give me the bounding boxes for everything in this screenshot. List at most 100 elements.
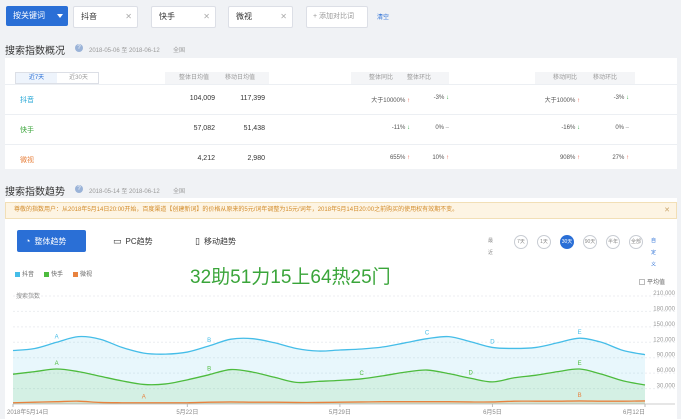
legend-label: 抖音 <box>22 272 35 278</box>
overview-date-range: 2018-05-06 至 2018-06-12 <box>89 48 160 54</box>
event-marker: D <box>490 339 495 345</box>
x-tick-label: 2018年5月14日 <box>7 408 48 416</box>
table-row: 微视 4,212 2,980 655% ↑ 10% ↑ 908% ↑ 27% ↑ <box>5 144 677 174</box>
add-compare-keyword-button[interactable]: + 添加对比词 <box>306 6 368 28</box>
y-tick-label: 60,000 <box>657 368 676 374</box>
arrow-up-icon: ↑ <box>626 155 629 161</box>
event-marker: B <box>578 393 582 399</box>
mobile-yoy: 908% <box>559 155 576 161</box>
tab-30-days[interactable]: 近30天 <box>58 73 99 83</box>
mobile-avg: 51,438 <box>243 125 265 132</box>
tab-label: 整体趋势 <box>34 237 67 246</box>
tab-label: 移动趋势 <box>203 237 236 246</box>
arrow-down-icon: ↓ <box>446 95 449 101</box>
trend-chart: 30,000 60,000 90,000 120,000 150,000 180,000 2… <box>7 291 676 416</box>
event-marker: E <box>578 330 582 336</box>
dash-icon: – <box>445 125 449 131</box>
mobile-yoy: -16% <box>561 125 576 131</box>
tab-overall-trend[interactable]: ◔ 整体趋势 <box>17 230 86 252</box>
remove-keyword-icon[interactable]: ✕ <box>280 7 287 27</box>
keyword-bar: 按关键词 抖音 ✕ 快手 ✕ 微视 ✕ + 添加对比词 清空 <box>0 0 681 36</box>
tab-7-days[interactable]: 近7天 <box>16 73 57 83</box>
tab-pc-trend[interactable]: ▭ PC趋势 <box>113 230 173 252</box>
x-tick-label: 6月5日 <box>483 409 502 416</box>
remove-keyword-icon[interactable]: ✕ <box>125 7 132 27</box>
tab-mobile-trend[interactable]: ▯ 移动趋势 <box>195 230 255 252</box>
keyword-input-1[interactable]: 抖音 ✕ <box>73 6 138 28</box>
y-tick-label: 210,000 <box>653 291 675 297</box>
arrow-down-icon: ↓ <box>407 125 410 131</box>
period-all[interactable]: 全部 <box>629 235 643 249</box>
overall-yoy: 655% <box>389 155 406 161</box>
event-marker: E <box>578 361 582 367</box>
trend-scope: 全国 <box>173 189 186 195</box>
event-marker: C <box>425 331 430 337</box>
keyword-name: 微视 <box>20 157 34 164</box>
y-tick-label: 30,000 <box>657 384 676 390</box>
keyword-name: 抖音 <box>20 97 34 104</box>
close-icon[interactable]: ✕ <box>664 203 670 218</box>
event-marker: C <box>360 371 365 377</box>
period-1-day[interactable]: 1天 <box>537 235 551 249</box>
table-row: 抖音 104,009 117,399 大于10000% ↑ -3% ↓ 大于10… <box>5 84 677 114</box>
dash-icon: – <box>625 125 629 131</box>
legend-swatch <box>15 271 20 277</box>
mobile-mom: 27% <box>612 155 625 161</box>
legend-item[interactable]: 抖音 <box>15 269 34 278</box>
legend-item[interactable]: 微视 <box>73 269 92 278</box>
overview-header-group-2: 整体同比 整体环比 <box>351 72 449 84</box>
period-90-days[interactable]: 90天 <box>583 235 597 249</box>
y-tick-label: 90,000 <box>657 353 676 359</box>
table-row: 快手 57,082 51,438 -11% ↓ 0% – -16% ↓ 0% – <box>5 114 677 144</box>
period-custom[interactable]: 自定义 <box>651 235 657 268</box>
notice-banner: 尊敬的指数用户：从2018年5月14日20:00开始，百度渠道【创建新词】的价格… <box>5 202 677 219</box>
overall-avg: 4,212 <box>197 155 215 162</box>
arrow-down-icon: ↓ <box>577 125 580 131</box>
keyword-input-3[interactable]: 微视 ✕ <box>228 6 293 28</box>
help-icon[interactable]: ? <box>75 44 83 52</box>
event-marker: B <box>207 367 211 373</box>
help-icon[interactable]: ? <box>75 185 83 193</box>
event-marker: A <box>142 395 146 401</box>
column-header: 移动同比 <box>553 75 578 81</box>
notice-text: 尊敬的指数用户：从2018年5月14日20:00开始，百度渠道【创建新词】的价格… <box>14 207 459 213</box>
period-half-year[interactable]: 半年 <box>606 235 620 249</box>
mobile-avg: 2,980 <box>247 155 265 162</box>
event-marker: A <box>55 334 59 340</box>
overview-header-group-3: 移动同比 移动环比 <box>535 72 635 84</box>
mobile-avg: 117,399 <box>240 95 265 102</box>
overview-period-tabs: 近7天 近30天 <box>15 72 99 84</box>
event-marker: B <box>207 338 211 344</box>
y-tick-label: 180,000 <box>653 306 675 312</box>
legend-item[interactable]: 快手 <box>44 269 63 278</box>
column-header: 移动环比 <box>593 75 618 81</box>
overall-mom: 0% <box>435 125 444 131</box>
chevron-down-icon <box>57 14 63 18</box>
arrow-up-icon: ↑ <box>407 98 410 104</box>
event-marker: D <box>468 370 473 376</box>
mobile-mom: -3% <box>613 95 625 101</box>
x-tick-label: 5月22日 <box>176 409 198 416</box>
event-marker: A <box>55 361 59 367</box>
clear-keywords-link[interactable]: 清空 <box>377 12 389 21</box>
monitor-icon: ▭ <box>113 236 122 246</box>
overview-scope: 全国 <box>173 48 186 54</box>
mobile-yoy: 大于1000% <box>544 98 576 104</box>
overall-yoy: -11% <box>391 125 406 131</box>
legend-swatch <box>73 271 78 277</box>
keyword-input-2[interactable]: 快手 ✕ <box>151 6 216 28</box>
period-7-days[interactable]: 7天 <box>514 235 528 249</box>
pie-icon: ◔ <box>25 236 31 246</box>
remove-keyword-icon[interactable]: ✕ <box>203 7 210 27</box>
y-tick-label: 150,000 <box>653 322 675 328</box>
search-mode-dropdown[interactable]: 按关键词 <box>6 6 68 26</box>
overall-mom: 10% <box>432 155 445 161</box>
arrow-up-icon: ↑ <box>577 98 580 104</box>
y-tick-label: 120,000 <box>653 337 675 343</box>
arrow-up-icon: ↑ <box>407 155 410 161</box>
period-30-days[interactable]: 30天 <box>560 235 574 249</box>
legend-label: 微视 <box>80 272 93 278</box>
keyword-text: 快手 <box>159 12 175 21</box>
legend-label: 快手 <box>51 272 64 278</box>
mobile-mom: 0% <box>615 125 624 131</box>
